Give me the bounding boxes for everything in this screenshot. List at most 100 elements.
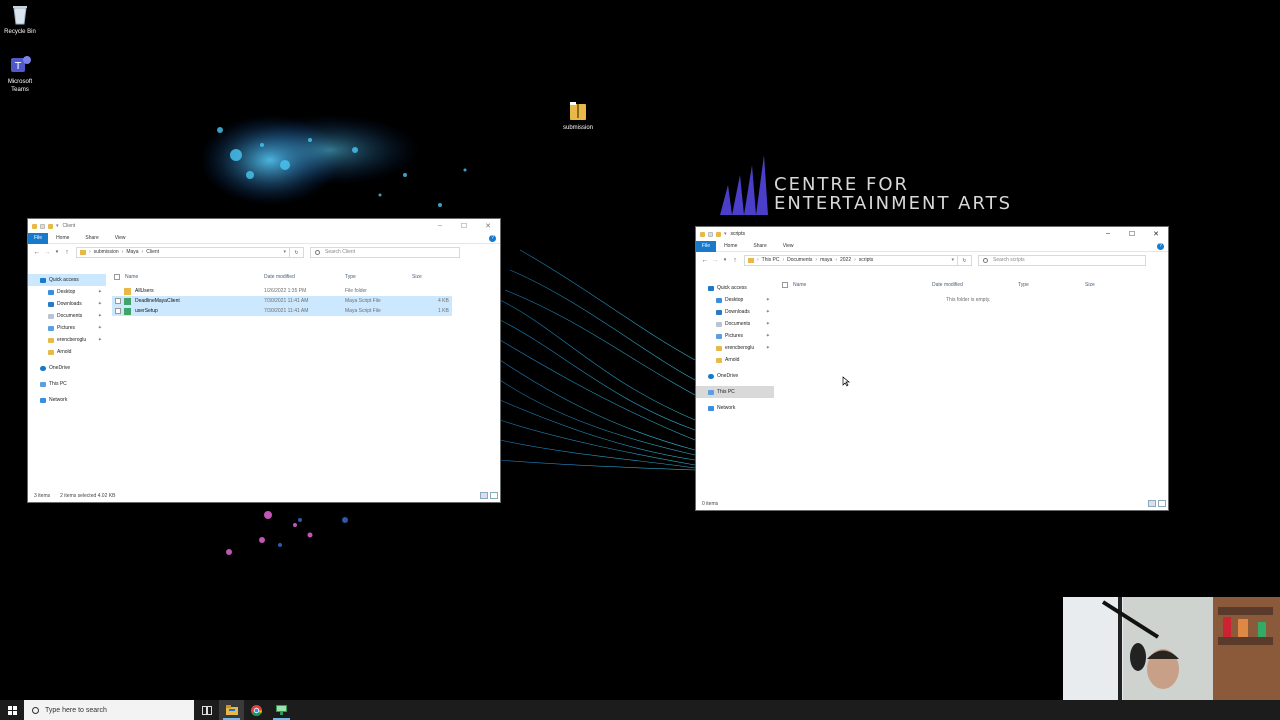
nav-quick-access[interactable]: Quick access [28,274,106,286]
large-icons-view-icon[interactable] [1158,500,1166,507]
tab-share[interactable]: Share [77,233,106,244]
chrome-taskbar-button[interactable] [244,700,269,720]
column-name[interactable]: Name [125,274,138,280]
column-size[interactable]: Size [1085,282,1095,288]
select-all-checkbox[interactable] [782,282,788,288]
breadcrumb-documents[interactable]: Documents [787,257,812,263]
breadcrumb-2022[interactable]: 2022 [840,257,851,263]
properties-icon[interactable] [708,231,713,237]
refresh-button[interactable]: ↻ [290,246,304,258]
refresh-button[interactable]: ↻ [958,254,972,266]
nav-desktop[interactable]: Desktop ✦ [28,286,106,298]
nav-desktop[interactable]: Desktop ✦ [696,294,774,306]
new-folder-icon[interactable] [48,223,53,229]
back-button[interactable]: ← [700,257,710,264]
start-button[interactable] [0,700,24,720]
file-explorer-taskbar-button[interactable] [219,700,244,720]
nav-pictures[interactable]: Pictures ✦ [28,322,106,334]
properties-icon[interactable] [40,223,45,229]
pin-icon: ✦ [97,313,102,319]
minimize-button[interactable]: – [428,222,452,230]
help-icon[interactable]: ? [489,234,496,242]
row-checkbox[interactable] [115,298,121,304]
nav-arnold[interactable]: Arnold [28,346,106,358]
large-icons-view-icon[interactable] [490,492,498,499]
column-size[interactable]: Size [412,274,422,280]
breadcrumb-submission[interactable]: submission [94,249,119,255]
nav-arnold[interactable]: Arnold [696,354,774,366]
tab-home[interactable]: Home [48,233,77,244]
remote-desktop-taskbar-button[interactable] [269,700,294,720]
new-folder-icon[interactable] [716,231,721,237]
nav-onedrive[interactable]: OneDrive [28,362,106,374]
forward-button[interactable]: → [42,249,52,256]
breadcrumb-maya[interactable]: Maya [126,249,138,255]
search-box[interactable]: Search Client [310,246,460,258]
column-type[interactable]: Type [345,274,356,280]
nav-erencberoglu[interactable]: erencberoglu ✦ [696,342,774,354]
taskbar-search-box[interactable]: Type here to search [24,700,194,720]
tab-file[interactable]: File [28,232,49,244]
back-button[interactable]: ← [32,249,42,256]
table-row[interactable]: userSetup 7/30/2021 11:41 AM Maya Script… [112,306,452,316]
tab-view[interactable]: View [775,241,802,252]
nav-onedrive[interactable]: OneDrive [696,370,774,382]
column-date-modified[interactable]: Date modified [932,282,963,288]
up-button[interactable]: ↑ [62,249,72,256]
tab-share[interactable]: Share [745,241,774,252]
address-bar[interactable]: › This PC › Documents › maya › 2022 › sc… [744,254,958,266]
close-button[interactable]: ✕ [1144,230,1168,238]
select-all-checkbox[interactable] [114,274,120,280]
up-button[interactable]: ↑ [730,257,740,264]
desktop-icon-teams[interactable]: T Microsoft Teams [0,54,40,94]
breadcrumb-maya[interactable]: maya [820,257,832,263]
nav-this-pc[interactable]: This PC [28,378,106,390]
nav-label: Arnold [57,349,72,355]
search-box[interactable]: Search scripts [978,254,1146,266]
nav-network[interactable]: Network [696,402,774,414]
help-icon[interactable]: ? [1157,242,1164,250]
details-view-icon[interactable] [1148,500,1156,507]
nav-network[interactable]: Network [28,394,106,406]
column-name[interactable]: Name [793,282,806,288]
table-row[interactable]: AllUsers 1/26/2022 1:35 PM File folder [112,286,452,296]
chevron-down-icon[interactable]: ▾ [283,249,286,255]
nav-downloads[interactable]: Downloads ✦ [28,298,106,310]
chevron-down-icon[interactable]: ▾ [951,257,954,263]
table-row[interactable]: DeadlineMayaClient 7/30/2021 11:41 AM Ma… [112,296,452,306]
tab-file[interactable]: File [696,240,717,252]
breadcrumb-scripts[interactable]: scripts [859,257,873,263]
nav-documents[interactable]: Documents ✦ [696,318,774,330]
nav-pictures[interactable]: Pictures ✦ [696,330,774,342]
explorer-window-scripts[interactable]: ▾ scripts – ☐ ✕ File Home Share View ? ←… [695,226,1169,511]
details-view-icon[interactable] [480,492,488,499]
nav-quick-access[interactable]: Quick access [696,282,774,294]
quick-access-dropdown-icon[interactable]: ▾ [724,231,727,237]
breadcrumb-client[interactable]: Client [146,249,159,255]
maximize-button[interactable]: ☐ [452,222,476,230]
breadcrumb-this-pc[interactable]: This PC [762,257,780,263]
tab-view[interactable]: View [107,233,134,244]
close-button[interactable]: ✕ [476,222,500,230]
quick-access-dropdown-icon[interactable]: ▾ [56,223,59,229]
nav-this-pc[interactable]: This PC [696,386,774,398]
column-type[interactable]: Type [1018,282,1029,288]
minimize-button[interactable]: – [1096,230,1120,238]
column-date-modified[interactable]: Date modified [264,274,295,280]
recycle-bin-label: Recycle Bin [4,29,36,35]
nav-documents[interactable]: Documents ✦ [28,310,106,322]
task-view-button[interactable] [194,700,219,720]
desktop-icon-recycle-bin[interactable]: Recycle Bin [0,4,40,36]
nav-erencberoglu[interactable]: erencberoglu ✦ [28,334,106,346]
file-date: 1/26/2022 1:35 PM [264,288,307,294]
explorer-window-client[interactable]: ▾ Client – ☐ ✕ File Home Share View ? ← … [27,218,501,503]
maximize-button[interactable]: ☐ [1120,230,1144,238]
desktop-icon-submission[interactable]: submission [558,100,598,132]
address-bar[interactable]: › submission › Maya › Client ▾ [76,246,290,258]
nav-downloads[interactable]: Downloads ✦ [696,306,774,318]
tab-home[interactable]: Home [716,241,745,252]
recent-locations-icon[interactable]: ▾ [52,249,62,255]
recent-locations-icon[interactable]: ▾ [720,257,730,263]
forward-button[interactable]: → [710,257,720,264]
row-checkbox[interactable] [115,308,121,314]
